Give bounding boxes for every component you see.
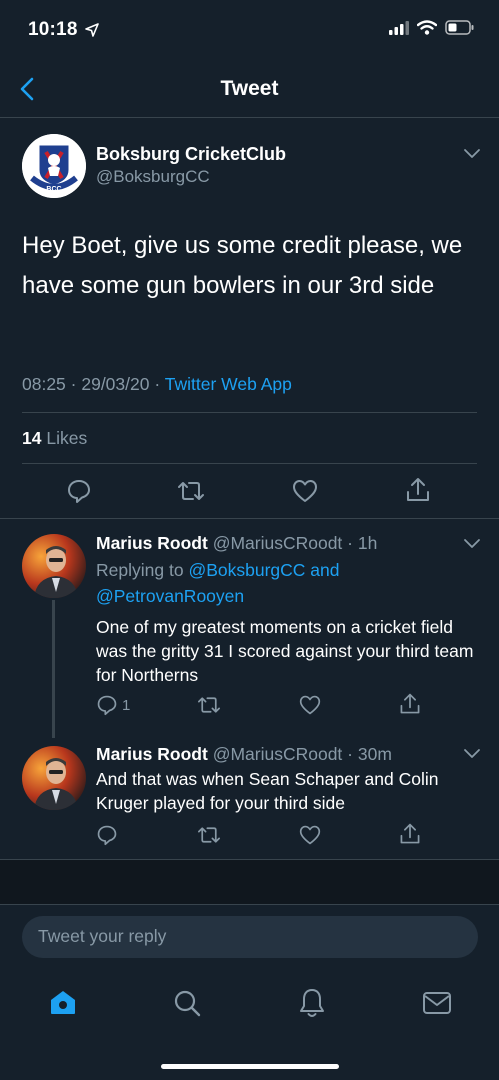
tab-messages[interactable] bbox=[422, 990, 452, 1016]
divider bbox=[0, 904, 499, 905]
reply-options-button[interactable] bbox=[463, 748, 481, 760]
reply-retweet-button[interactable] bbox=[196, 824, 222, 846]
reply-button[interactable] bbox=[66, 478, 92, 504]
reply-author-avatar bbox=[22, 746, 86, 810]
status-time-text: 10:18 bbox=[28, 19, 78, 40]
tweet-meta: 08:25 · 29/03/20 · Twitter Web App bbox=[22, 374, 292, 394]
retweet-icon bbox=[198, 697, 220, 713]
reply-author-name[interactable]: Marius Roodt bbox=[96, 744, 208, 764]
wifi-icon bbox=[417, 20, 437, 35]
reply-text: One of my greatest moments on a cricket … bbox=[96, 617, 474, 685]
tab-home[interactable] bbox=[48, 988, 78, 1016]
tweet-date: 29/03/20 bbox=[81, 374, 150, 394]
reply-author-name[interactable]: Marius Roodt bbox=[96, 533, 208, 553]
thread-connector-line bbox=[52, 600, 55, 738]
tab-notifications[interactable] bbox=[298, 987, 326, 1019]
comment-icon bbox=[68, 480, 90, 503]
reply-count: 1 bbox=[122, 696, 131, 714]
share-icon bbox=[407, 478, 429, 501]
avatar[interactable]: BCC bbox=[22, 134, 86, 198]
search-icon bbox=[174, 990, 201, 1017]
bell-icon bbox=[300, 989, 324, 1017]
mention-link[interactable]: @PetrovanRooyen bbox=[96, 586, 244, 606]
replying-and[interactable]: and bbox=[310, 560, 339, 580]
retweet-button[interactable] bbox=[176, 478, 206, 504]
reply-input[interactable]: Tweet your reply bbox=[22, 916, 478, 958]
status-time: 10:18 bbox=[28, 19, 99, 41]
likes-number: 14 bbox=[22, 428, 42, 448]
club-crest-logo: BCC bbox=[22, 134, 86, 198]
tab-search[interactable] bbox=[172, 988, 202, 1018]
comment-icon bbox=[97, 695, 117, 716]
reply-author-handle[interactable]: @MariusCRoodt bbox=[213, 744, 343, 764]
mention-link[interactable]: @BoksburgCC bbox=[188, 560, 305, 580]
reply-author-avatar bbox=[22, 534, 86, 598]
divider bbox=[22, 463, 477, 464]
mail-icon bbox=[423, 992, 451, 1014]
retweet-icon bbox=[178, 482, 204, 500]
club-crest-initials: BCC bbox=[46, 186, 61, 193]
share-icon bbox=[400, 693, 420, 714]
cellular-signal-icon bbox=[389, 20, 409, 35]
like-button[interactable] bbox=[291, 478, 319, 504]
comment-icon bbox=[97, 825, 117, 846]
heart-icon bbox=[299, 825, 321, 845]
reply-author-handle[interactable]: @MariusCRoodt bbox=[213, 533, 343, 553]
replying-to-label: Replying to bbox=[96, 560, 184, 580]
share-icon bbox=[400, 823, 420, 844]
reply-like-button[interactable] bbox=[298, 694, 322, 716]
reply-share-button[interactable] bbox=[398, 822, 422, 846]
reply-like-button[interactable] bbox=[298, 824, 322, 846]
page-title: Tweet bbox=[220, 77, 279, 100]
reply-time: 1h bbox=[357, 533, 378, 553]
likes-count[interactable]: 14 Likes bbox=[22, 428, 87, 449]
avatar[interactable] bbox=[22, 746, 86, 810]
reply-comment-button[interactable]: 1 bbox=[96, 694, 130, 716]
bottom-tab-bar bbox=[0, 970, 499, 1040]
reply-header: Marius Roodt @MariusCRoodt · 1h bbox=[96, 533, 378, 553]
divider bbox=[0, 518, 499, 519]
reply-share-button[interactable] bbox=[398, 692, 422, 716]
location-arrow-icon bbox=[85, 23, 99, 37]
chevron-down-icon bbox=[464, 149, 480, 158]
author-handle[interactable]: @BoksburgCC bbox=[96, 167, 210, 187]
avatar[interactable] bbox=[22, 534, 86, 598]
reply-text: And that was when Sean Schaper and Colin… bbox=[96, 769, 439, 813]
tweet-options-button[interactable] bbox=[463, 148, 481, 160]
reply-header: Marius Roodt @MariusCRoodt · 30m bbox=[96, 744, 392, 764]
share-button[interactable] bbox=[404, 476, 432, 504]
reply-comment-button[interactable] bbox=[96, 824, 118, 846]
chevron-down-icon bbox=[464, 749, 480, 758]
reply-time: 30m bbox=[357, 744, 392, 764]
divider bbox=[22, 412, 477, 413]
battery-icon bbox=[445, 20, 475, 35]
home-icon bbox=[51, 991, 75, 1014]
navigation-bar: Tweet bbox=[0, 60, 499, 118]
tweet-text: Hey Boet, give us some credit please, we… bbox=[22, 232, 463, 299]
reply-retweet-button[interactable] bbox=[196, 694, 222, 716]
heart-icon bbox=[299, 695, 321, 715]
heart-icon bbox=[293, 480, 317, 502]
replying-to: Replying to @BoksburgCC and @PetrovanRoo… bbox=[96, 557, 476, 609]
tweet-time: 08:25 bbox=[22, 374, 66, 394]
reply-options-button[interactable] bbox=[463, 538, 481, 550]
home-indicator bbox=[161, 1064, 339, 1069]
empty-separator bbox=[0, 860, 499, 904]
author-name[interactable]: Boksburg CricketClub bbox=[96, 144, 286, 165]
status-indicators bbox=[389, 20, 475, 35]
chevron-down-icon bbox=[464, 539, 480, 548]
likes-label: Likes bbox=[46, 428, 88, 448]
tweet-source-link[interactable]: Twitter Web App bbox=[165, 374, 292, 394]
retweet-icon bbox=[198, 827, 220, 843]
